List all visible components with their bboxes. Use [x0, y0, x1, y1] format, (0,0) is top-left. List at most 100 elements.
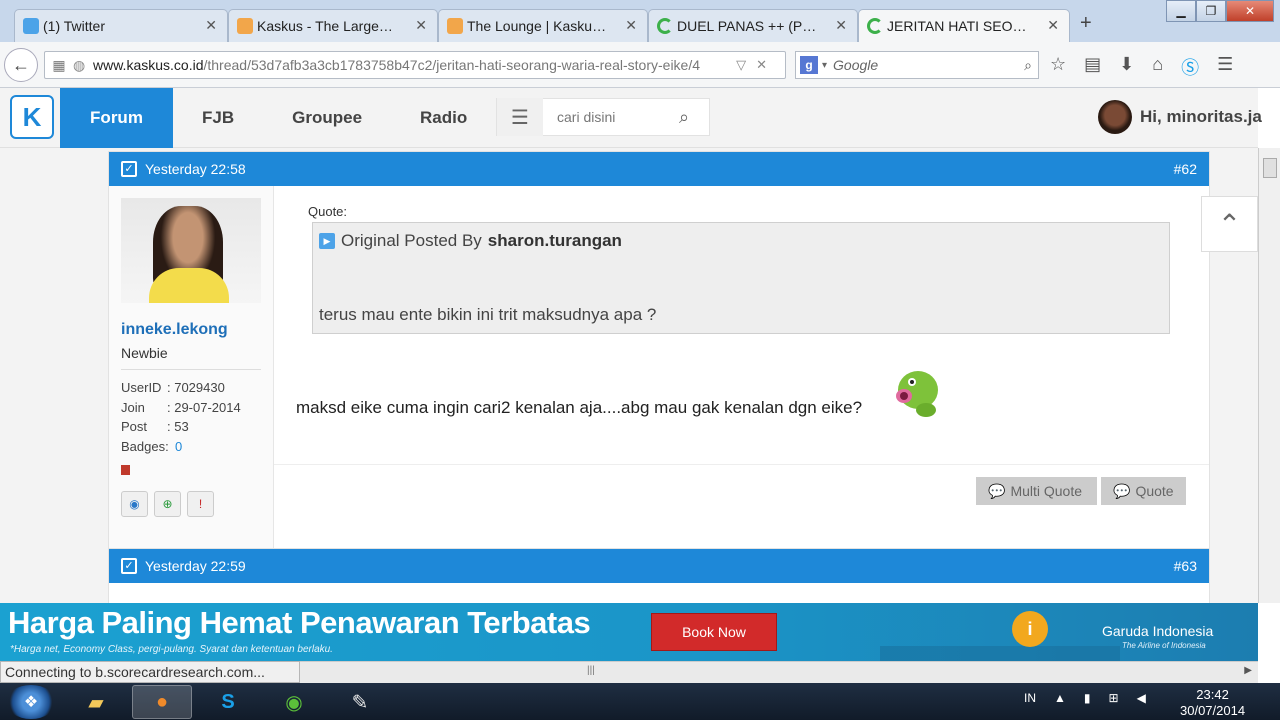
apps-grid-icon[interactable]: ▦ — [45, 57, 73, 74]
avatar[interactable] — [1098, 100, 1132, 134]
start-button[interactable]: ❖ — [6, 685, 56, 719]
tab-duel-panas[interactable]: DUEL PANAS ++ (PE... ✕ — [648, 9, 858, 42]
view-post-icon[interactable]: ▶ — [319, 233, 335, 249]
close-icon[interactable]: ✕ — [205, 17, 217, 34]
restore-button[interactable]: ❐ — [1196, 0, 1226, 22]
profile-icon[interactable]: ◉ — [121, 491, 148, 517]
new-tab-button[interactable]: + — [1080, 12, 1092, 35]
skype-icon[interactable]: Ⓢ — [1181, 54, 1199, 80]
ad-brand-sub: The Airline of Indonesia — [1122, 641, 1206, 650]
site-search-input[interactable]: cari disini — [543, 109, 679, 125]
back-button[interactable]: ← — [4, 48, 38, 82]
address-bar[interactable]: ▦ ◍ www.kaskus.co.id/thread/53d7afb3a3cb… — [44, 51, 786, 79]
signal-icon[interactable]: ▮ — [1084, 691, 1091, 705]
status-bar: Connecting to b.scorecardresearch.com... — [0, 661, 300, 683]
firefox-icon[interactable]: ● — [132, 685, 192, 719]
checkbox-icon[interactable]: ✓ — [121, 558, 137, 574]
close-icon[interactable]: ✕ — [1047, 17, 1059, 34]
twitter-icon — [23, 18, 39, 34]
price-tag-icon: i — [1012, 611, 1048, 647]
language-indicator[interactable]: IN — [1024, 691, 1036, 705]
tab-twitter[interactable]: (1) Twitter ✕ — [14, 9, 228, 42]
tab-label: (1) Twitter — [43, 18, 105, 34]
download-icon[interactable]: ⬇ — [1119, 54, 1134, 80]
quote-button[interactable]: 💬 Quote — [1101, 477, 1186, 505]
utorrent-icon[interactable]: ◉ — [264, 685, 324, 719]
kaskus-icon — [447, 18, 463, 34]
close-icon[interactable]: ✕ — [415, 17, 427, 34]
skype-icon[interactable]: S — [198, 685, 258, 719]
user-name[interactable]: inneke.lekong — [121, 321, 261, 339]
quote-label: Quote: — [308, 204, 348, 219]
quote-text: terus mau ente bikin ini trit maksudnya … — [319, 305, 657, 324]
kaskus-logo[interactable]: K — [10, 95, 54, 139]
skyline-image — [880, 623, 1120, 661]
nav-radio[interactable]: Radio — [391, 88, 496, 148]
user-sidebar: inneke.lekong Newbie UserID: 7029430 Joi… — [109, 186, 274, 550]
checkbox-icon[interactable]: ✓ — [121, 161, 137, 177]
tab-kaskus[interactable]: Kaskus - The Largest ... ✕ — [228, 9, 438, 42]
home-icon[interactable]: ⌂ — [1152, 54, 1163, 80]
multi-quote-button[interactable]: 💬 Multi Quote — [976, 477, 1097, 505]
site-nav: Forum FJB Groupee Radio — [60, 88, 496, 148]
give-cendol-icon[interactable]: ⊕ — [154, 491, 181, 517]
post-number[interactable]: #63 — [1174, 558, 1197, 574]
user-actions: ◉ ⊕ ! — [121, 491, 261, 517]
join-value: : 29-07-2014 — [167, 399, 241, 415]
url-controls[interactable]: ▽✕ — [736, 57, 777, 73]
tray-expand-icon[interactable]: ▲ — [1054, 691, 1066, 705]
close-icon[interactable]: ✕ — [625, 17, 637, 34]
reputation-icon — [121, 465, 130, 475]
book-now-button[interactable]: Book Now — [651, 613, 777, 651]
kaskus-icon — [237, 18, 253, 34]
horizontal-scrollbar[interactable]: ||| ▶ — [300, 661, 1258, 683]
back-to-top-button[interactable]: ⌃ — [1201, 196, 1258, 252]
list-icon[interactable]: ☰ — [497, 98, 543, 136]
nav-groupee[interactable]: Groupee — [263, 88, 391, 148]
thread-content: ✓ Yesterday 22:58 #62 inneke.lekong Newb… — [0, 148, 1258, 603]
post-62: ✓ Yesterday 22:58 #62 inneke.lekong Newb… — [108, 151, 1210, 550]
nav-forum[interactable]: Forum — [60, 88, 173, 148]
clock[interactable]: 23:42 30/07/2014 — [1180, 687, 1245, 719]
search-icon[interactable]: ⌕ — [679, 107, 709, 128]
quote-author[interactable]: sharon.turangan — [488, 231, 622, 251]
reading-list-icon[interactable]: ▤ — [1084, 54, 1101, 80]
minimize-button[interactable]: ▁ — [1166, 0, 1196, 22]
paint-icon[interactable]: ✎ — [330, 685, 390, 719]
close-icon[interactable]: ✕ — [835, 17, 847, 34]
tab-jeritan-hati[interactable]: JERITAN HATI SEOR... ✕ — [858, 9, 1070, 42]
user-avatar[interactable] — [121, 198, 261, 303]
multi-quote-label: Multi Quote — [1010, 483, 1083, 499]
chat-icon: 💬 — [988, 482, 1006, 499]
search-icon[interactable]: ⌕ — [1024, 57, 1032, 74]
chevron-down-icon[interactable]: ▾ — [822, 60, 827, 71]
volume-icon[interactable]: ◀ — [1137, 691, 1146, 705]
windows-taskbar: ❖ ▰ ● S ◉ ✎ IN ▲ ▮ ⊞ ◀ 23:42 30/07/2014 — [0, 683, 1280, 720]
close-window-button[interactable]: ✕ — [1226, 0, 1274, 22]
network-icon[interactable]: ⊞ — [1109, 691, 1119, 705]
quote-label: Quote — [1135, 483, 1174, 499]
badges-value[interactable]: 0 — [175, 439, 182, 454]
user-menu[interactable]: Hi, minoritas.ja — [1098, 100, 1262, 134]
report-icon[interactable]: ! — [187, 491, 214, 517]
user-rank: Newbie — [121, 345, 261, 370]
scroll-right-icon[interactable]: ▶ — [1244, 665, 1252, 676]
browser-search-input[interactable]: g ▾ Google ⌕ — [795, 51, 1039, 79]
tab-lounge[interactable]: The Lounge | Kaskus ... ✕ — [438, 9, 648, 42]
user-greeting[interactable]: Hi, minoritas.ja — [1140, 107, 1262, 127]
clock-date: 30/07/2014 — [1180, 703, 1246, 718]
loading-icon — [657, 18, 673, 34]
explorer-icon[interactable]: ▰ — [66, 685, 126, 719]
nav-fjb[interactable]: FJB — [173, 88, 263, 148]
post-number[interactable]: #62 — [1174, 161, 1197, 177]
bookmark-star-icon[interactable]: ☆ — [1050, 54, 1066, 80]
tab-label: Kaskus - The Largest ... — [257, 18, 397, 34]
post-footer: 💬 Multi Quote 💬 Quote — [274, 464, 1209, 516]
post-message: maksd eike cuma ingin cari2 kenalan aja.… — [296, 398, 863, 417]
menu-icon[interactable]: ☰ — [1217, 54, 1233, 80]
ad-brand: Garuda Indonesia — [1102, 623, 1214, 639]
tab-label: The Lounge | Kaskus ... — [467, 18, 607, 34]
ad-banner[interactable]: Harga Paling Hemat Penawaran Terbatas *H… — [0, 603, 1258, 661]
vertical-scrollbar[interactable] — [1258, 148, 1280, 603]
clock-time: 23:42 — [1196, 687, 1229, 702]
